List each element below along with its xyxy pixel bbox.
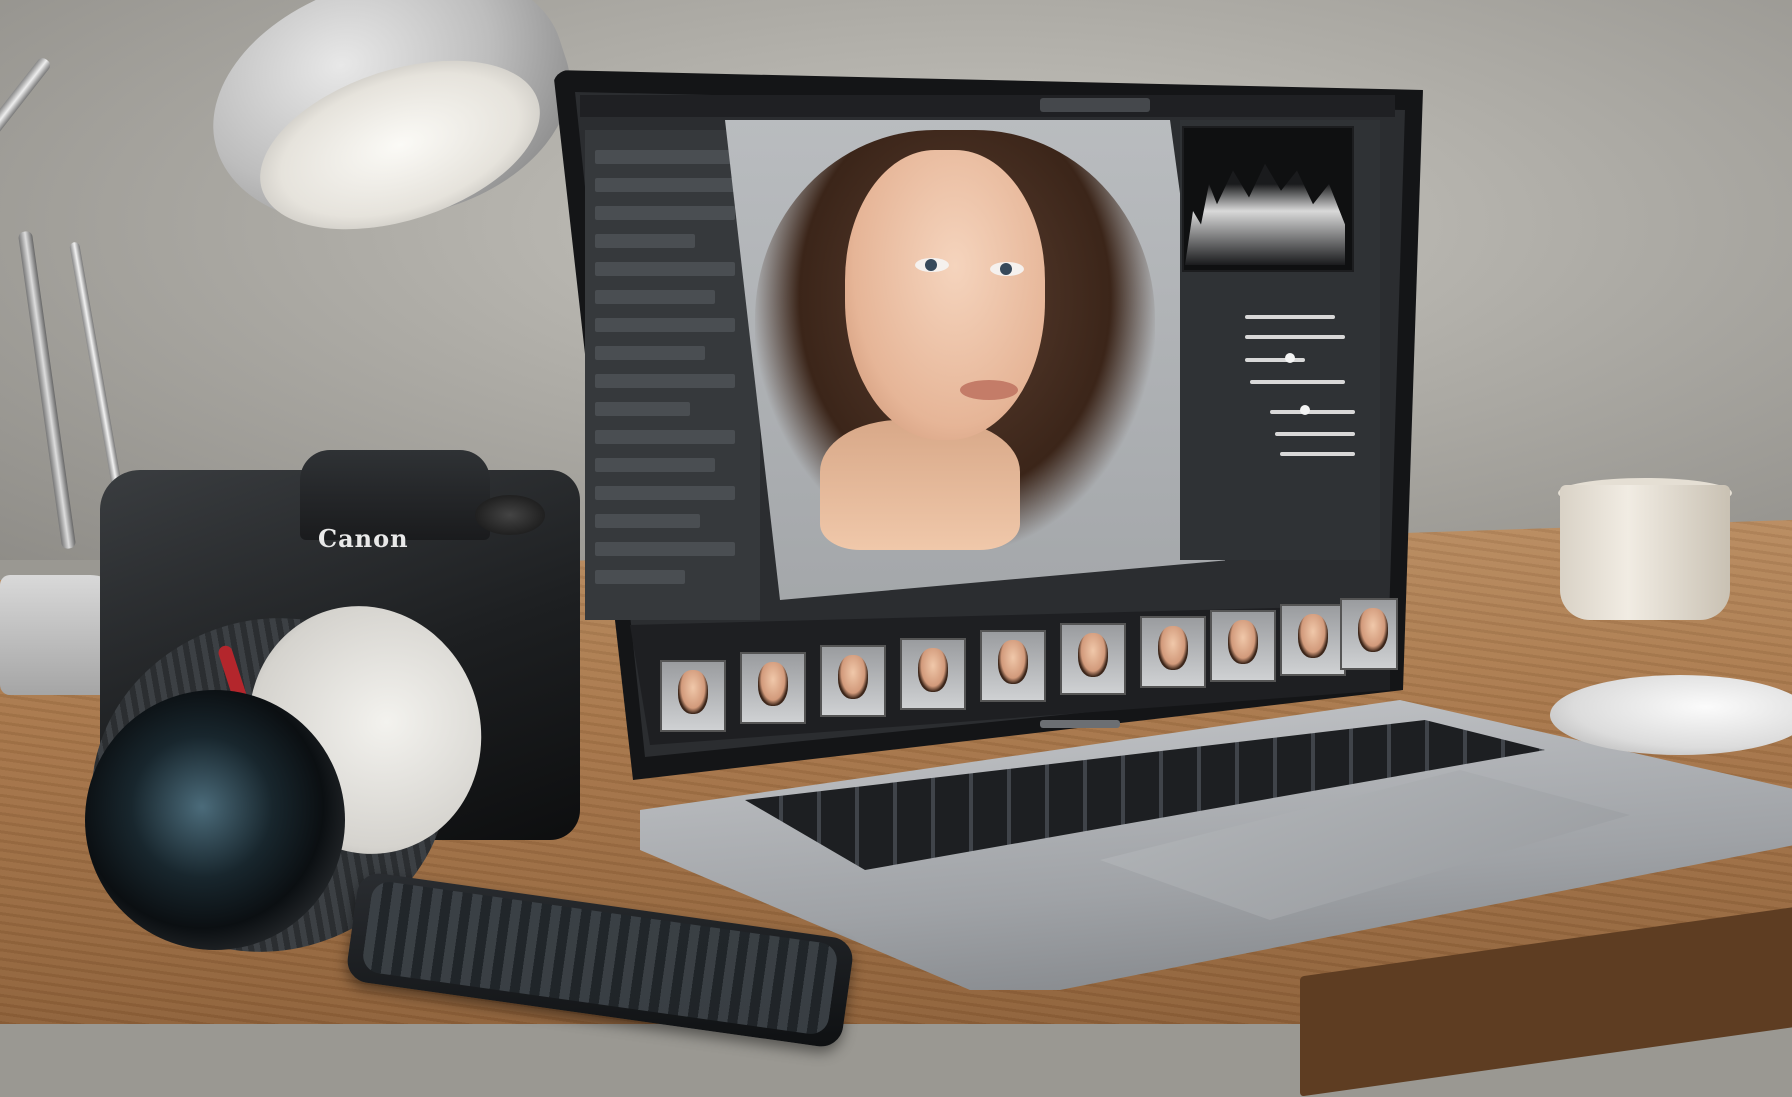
- filmstrip-thumbnail[interactable]: [1280, 604, 1346, 676]
- portrait-lips: [960, 380, 1018, 400]
- filmstrip-thumbnail[interactable]: [900, 638, 966, 710]
- adjust-slider[interactable]: [1275, 432, 1355, 436]
- filmstrip-thumbnail[interactable]: [740, 652, 806, 724]
- portrait-neck: [820, 420, 1020, 550]
- portrait-eye-right: [990, 262, 1024, 276]
- panel-row: [595, 234, 695, 248]
- adjust-slider[interactable]: [1245, 358, 1305, 362]
- adjust-slider[interactable]: [1245, 335, 1345, 339]
- panel-row: [595, 318, 735, 332]
- panel-row: [595, 346, 705, 360]
- computer-mouse: [1550, 675, 1792, 755]
- camera-brand-label: Canon: [318, 524, 409, 553]
- camera-lens-glass: [85, 690, 345, 950]
- panel-row: [595, 150, 735, 164]
- adjust-slider[interactable]: [1280, 452, 1355, 456]
- panel-row: [595, 290, 715, 304]
- filmstrip-thumbnail[interactable]: [820, 645, 886, 717]
- editor-menu-bar: [580, 95, 1395, 117]
- filmstrip-thumbnail[interactable]: [660, 660, 726, 732]
- filmstrip-thumbnail[interactable]: [980, 630, 1046, 702]
- panel-row: [595, 262, 735, 276]
- panel-row: [595, 458, 715, 472]
- adjust-slider[interactable]: [1250, 380, 1345, 384]
- coffee-cup: [1560, 485, 1730, 620]
- editor-title: [1040, 98, 1150, 112]
- slider-knob[interactable]: [1300, 405, 1310, 415]
- filmstrip-thumbnail[interactable]: [1060, 623, 1126, 695]
- filmstrip-thumbnail[interactable]: [1210, 610, 1276, 682]
- filmstrip-thumbnail[interactable]: [1140, 616, 1206, 688]
- slider-knob[interactable]: [1285, 353, 1295, 363]
- panel-row: [595, 402, 690, 416]
- panel-row: [595, 486, 735, 500]
- adjust-slider[interactable]: [1245, 315, 1335, 319]
- panel-row: [595, 514, 700, 528]
- panel-row: [595, 542, 735, 556]
- panel-row: [595, 570, 685, 584]
- camera-mode-dial: [475, 495, 545, 535]
- panel-row: [595, 374, 735, 388]
- laptop-hinge: [1040, 720, 1120, 728]
- panel-row: [595, 178, 735, 192]
- panel-row: [595, 430, 735, 444]
- filmstrip-thumbnail[interactable]: [1340, 598, 1398, 670]
- adjust-slider[interactable]: [1270, 410, 1355, 414]
- panel-row: [595, 206, 735, 220]
- portrait-eye-left: [915, 258, 949, 272]
- portrait-face: [845, 150, 1045, 440]
